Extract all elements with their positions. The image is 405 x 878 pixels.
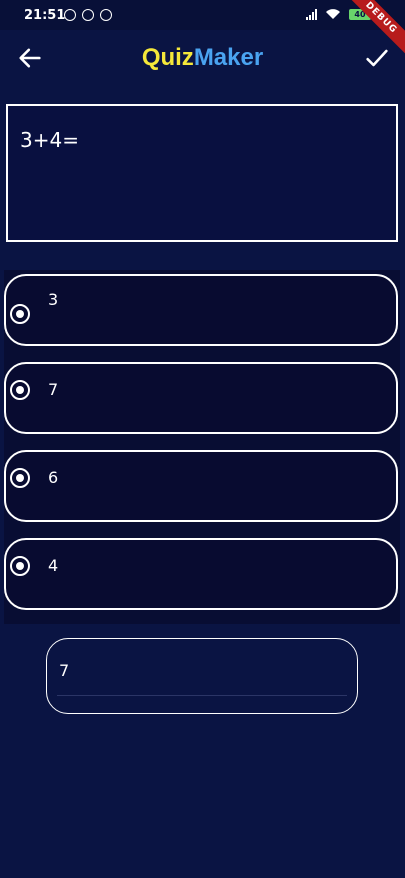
radio-selected-icon[interactable] [10,468,30,488]
option-item[interactable]: 7 [4,362,398,434]
answer-underline [57,695,347,696]
option-label: 6 [48,468,59,487]
option-item[interactable]: 3 [4,274,398,346]
options-list: 3 7 6 4 [4,270,400,624]
question-input[interactable]: 3+4= [6,104,398,242]
question-text: 3+4= [20,128,79,152]
option-item[interactable]: 4 [4,538,398,610]
notification-icons [64,9,112,21]
option-label: 3 [48,290,59,309]
option-item[interactable]: 6 [4,450,398,522]
radio-selected-icon[interactable] [10,556,30,576]
option-label: 7 [48,380,59,399]
wifi-icon [326,9,340,19]
sync-icon [82,9,94,21]
option-label: 4 [48,556,59,575]
status-time: 21:51 [24,8,66,23]
radio-selected-icon[interactable] [10,380,30,400]
signal-icon [306,8,317,20]
answer-input[interactable]: 7 [46,638,358,714]
radio-selected-icon[interactable] [10,304,30,324]
answer-value: 7 [59,661,70,680]
title-maker: Maker [193,44,264,71]
check-icon[interactable] [363,44,391,72]
alarm-icon [64,9,76,21]
app-bar: QuizMaker [0,30,405,88]
title-quiz: Quiz [141,44,194,71]
sync-icon [100,9,112,21]
status-bar: 21:51 40 DEBUG [0,0,405,60]
page-title: QuizMaker [0,44,405,72]
